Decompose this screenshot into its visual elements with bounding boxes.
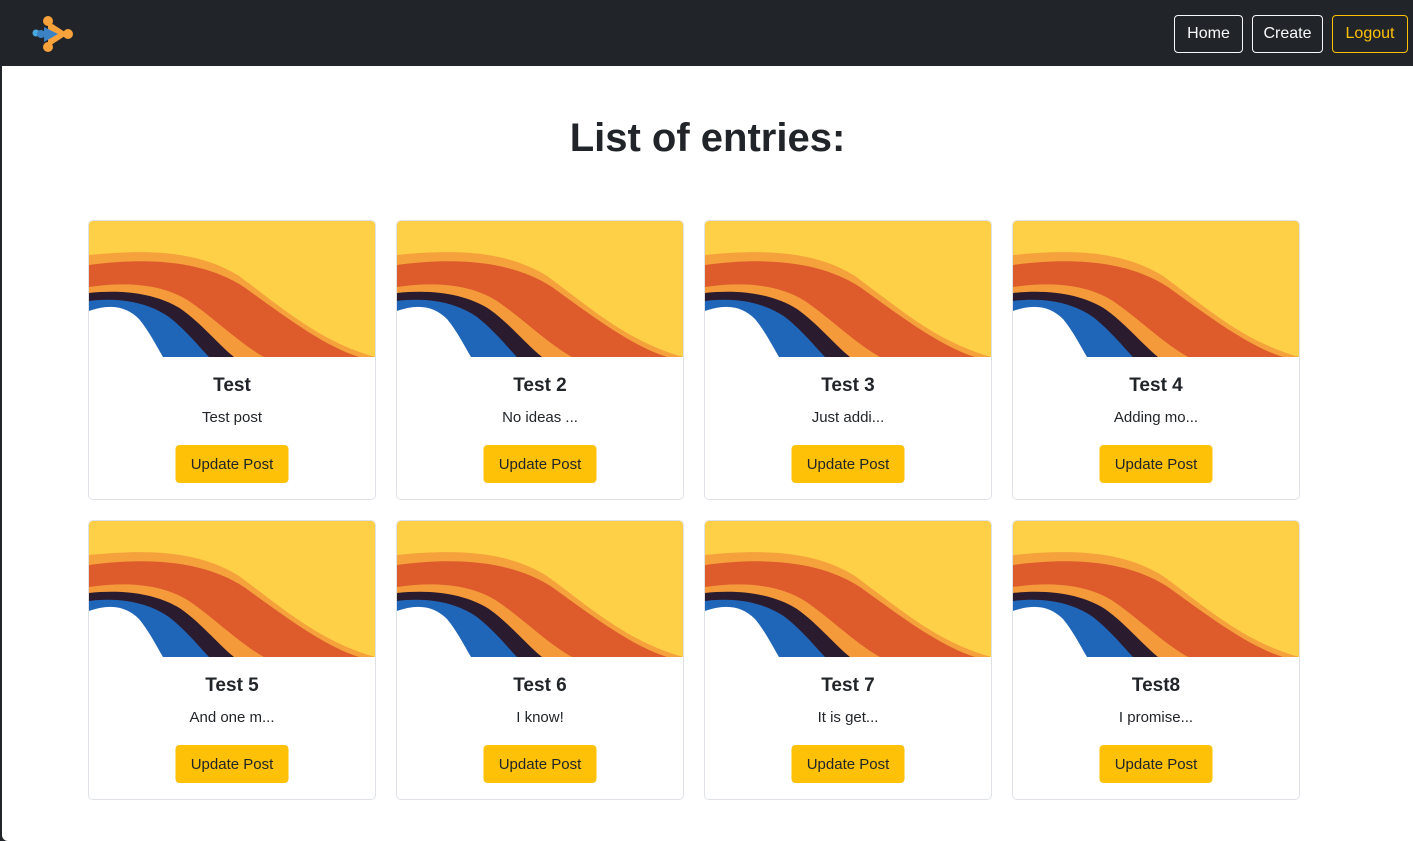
card-title: Test [213, 375, 251, 396]
play-molecule-logo-icon[interactable] [32, 15, 74, 55]
update-post-button[interactable]: Update Post [791, 445, 905, 483]
update-post-button[interactable]: Update Post [175, 445, 289, 483]
card-text: I promise... [1118, 709, 1194, 726]
card-text: And one m... [189, 709, 275, 726]
entry-card: Test8 I promise... Update Post [1012, 520, 1300, 800]
card-title: Test8 [1131, 675, 1181, 696]
card-text: Test post [201, 409, 263, 426]
card-image [1013, 221, 1299, 357]
card-image [89, 221, 375, 357]
create-button[interactable]: Create [1252, 15, 1323, 53]
card-text: Just addi... [811, 409, 885, 426]
entry-card: Test Test post Update Post [88, 220, 376, 500]
update-post-button[interactable]: Update Post [175, 745, 289, 783]
update-post-button[interactable]: Update Post [1099, 445, 1213, 483]
card-image [1013, 521, 1299, 657]
main-content: List of entries: Test Test post Update P… [2, 66, 1413, 841]
card-text: I know! [516, 709, 564, 726]
card-image [397, 221, 683, 357]
card-title: Test 7 [821, 675, 875, 696]
update-post-button[interactable]: Update Post [483, 745, 597, 783]
card-image [705, 221, 991, 357]
card-text: No ideas ... [502, 409, 578, 426]
entry-card: Test 2 No ideas ... Update Post [396, 220, 684, 500]
card-title: Test 2 [513, 375, 567, 396]
entry-card: Test 5 And one m... Update Post [88, 520, 376, 800]
card-title: Test 5 [205, 675, 259, 696]
update-post-button[interactable]: Update Post [1099, 745, 1213, 783]
card-title: Test 4 [1129, 375, 1183, 396]
card-image [89, 521, 375, 657]
entries-grid: Test Test post Update Post Test 2 No ide… [88, 220, 1300, 800]
update-post-button[interactable]: Update Post [791, 745, 905, 783]
entry-card: Test 6 I know! Update Post [396, 520, 684, 800]
entry-card: Test 3 Just addi... Update Post [704, 220, 992, 500]
home-button[interactable]: Home [1174, 15, 1243, 53]
card-image [397, 521, 683, 657]
card-image [705, 521, 991, 657]
card-title: Test 6 [513, 675, 567, 696]
page-title: List of entries: [569, 116, 846, 160]
entry-card: Test 4 Adding mo... Update Post [1012, 220, 1300, 500]
card-text: Adding mo... [1113, 409, 1199, 426]
card-title: Test 3 [821, 375, 875, 396]
logout-button[interactable]: Logout [1332, 15, 1408, 53]
entry-card: Test 7 It is get... Update Post [704, 520, 992, 800]
update-post-button[interactable]: Update Post [483, 445, 597, 483]
navbar: Home Create Logout [2, 1, 1413, 66]
browser-frame: Home Create Logout List of entries: Test… [0, 0, 1413, 841]
card-text: It is get... [817, 709, 879, 726]
